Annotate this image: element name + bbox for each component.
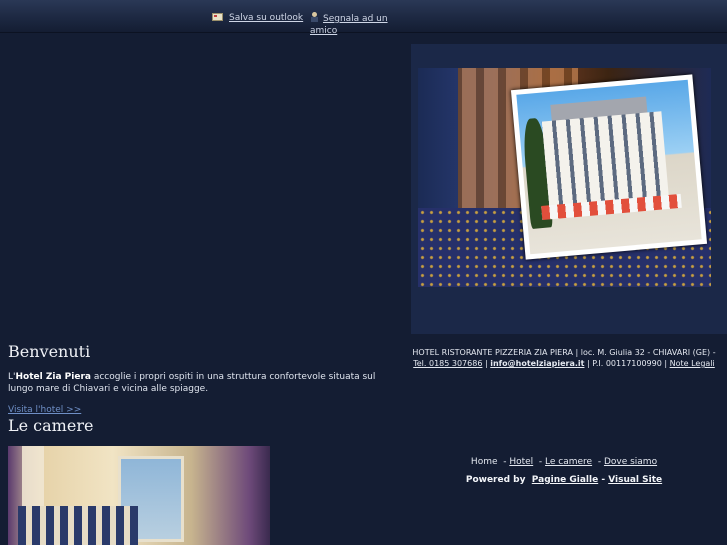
card-icon xyxy=(212,13,223,21)
room-image xyxy=(8,446,270,545)
save-outlook-label: Salva su outlook xyxy=(229,13,304,23)
welcome-prefix: L' xyxy=(8,372,16,382)
email-link[interactable]: info@hotelziapiera.it xyxy=(490,359,584,368)
postcard-building xyxy=(541,111,669,208)
room-bed xyxy=(18,506,138,545)
save-outlook-link[interactable]: Salva su outlook xyxy=(212,12,303,24)
tell-a-friend-link[interactable]: Segnala ad un amico xyxy=(310,12,400,37)
person-icon xyxy=(310,12,319,22)
hotel-postcard xyxy=(510,74,708,260)
email-text: info@hotelziapiera.it xyxy=(490,359,585,368)
visual-site-link[interactable]: Visual Site xyxy=(608,475,662,485)
top-bar: Salva su outlook Segnala ad un amico xyxy=(0,0,727,36)
powered-by: Powered by Pagine Gialle - Visual Site xyxy=(465,475,663,485)
hotel-name: Hotel Zia Piera xyxy=(15,372,91,382)
rooms-title: Le camere xyxy=(8,416,94,435)
powered-label: Powered by xyxy=(465,475,526,485)
welcome-text: L'Hotel Zia Piera accoglie i propri ospi… xyxy=(8,371,398,395)
tell-a-friend-label: Segnala ad un amico xyxy=(310,14,388,36)
address-line: HOTEL RISTORANTE PIZZERIA ZIA PIERA | lo… xyxy=(412,348,716,357)
nav-home-link[interactable]: Home xyxy=(471,457,498,467)
legal-notes-link[interactable]: Note Legali xyxy=(670,359,715,368)
visit-hotel-link[interactable]: Visita l'hotel >> xyxy=(8,405,81,415)
nav-location-link[interactable]: Dove siamo xyxy=(604,457,657,467)
nav-rooms-link[interactable]: Le camere xyxy=(545,457,592,467)
nav-hotel-link[interactable]: Hotel xyxy=(509,457,533,467)
footer-address: HOTEL RISTORANTE PIZZERIA ZIA PIERA | lo… xyxy=(412,348,716,368)
phone-link[interactable]: Tel. 0185 307686 xyxy=(413,359,482,368)
welcome-title: Benvenuti xyxy=(8,342,91,361)
hotel-hero-image xyxy=(418,68,711,287)
vat-number: P.I. 00117100990 xyxy=(592,359,662,368)
pagine-gialle-link[interactable]: Pagine Gialle xyxy=(532,475,598,485)
footer-nav: Home - Hotel - Le camere - Dove siamo xyxy=(470,457,658,467)
